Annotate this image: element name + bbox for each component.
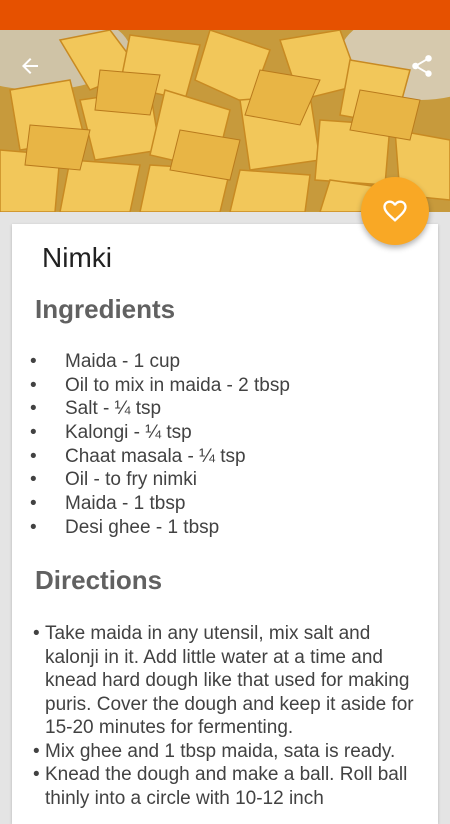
list-item: • Oil - to fry nimki: [30, 469, 197, 491]
list-item: • Knead the dough and make a ball. Roll b…: [33, 764, 408, 809]
list-item: • Oil to mix in maida - 2 tbsp: [30, 374, 290, 396]
ingredients-list: • Maida - 1 cup • Oil to mix in maida - 2 …: [30, 350, 290, 540]
directions-heading: Directions: [35, 565, 163, 595]
arrow-back-icon: [22, 58, 38, 74]
list-item: • Salt - ¼ tsp: [30, 398, 162, 420]
back-button[interactable]: [12, 48, 48, 84]
list-item: • Mix ghee and 1 tbsp maida, sata is read…: [33, 740, 396, 762]
list-item: • Chaat masala - ¼ tsp: [30, 445, 246, 467]
ingredients-heading: Ingredients: [35, 294, 176, 324]
recipe-title: Nimki: [42, 242, 112, 273]
list-item: • Maida - 1 cup: [30, 351, 181, 372]
list-item: • Desi ghee - 1 tbsp: [30, 516, 220, 538]
directions-list: • Take maida in any utensil, mix salt and…: [33, 622, 428, 810]
list-item: • Maida - 1 tbsp: [30, 493, 186, 515]
share-icon: [412, 55, 432, 77]
heart-outline-icon: [383, 200, 407, 222]
list-item: • Take maida in any utensil, mix salt and…: [33, 623, 414, 738]
list-item: • Kalongi - ¼ tsp: [30, 422, 192, 444]
status-bar: [0, 0, 450, 30]
favorite-button[interactable]: [361, 177, 429, 245]
share-button[interactable]: [404, 48, 440, 84]
